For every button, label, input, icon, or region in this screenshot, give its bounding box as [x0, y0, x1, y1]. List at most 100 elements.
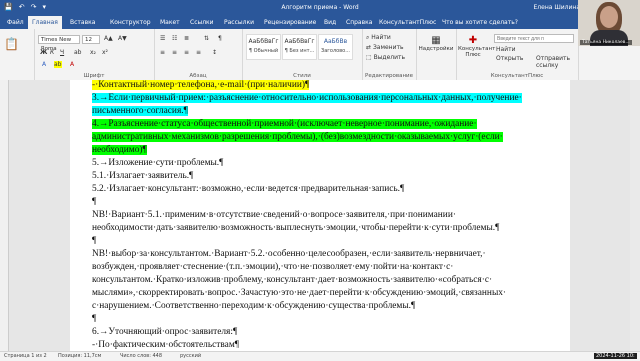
- paragraph-line[interactable]: 5.→Изложение·сути·проблемы.¶: [92, 158, 223, 169]
- justify-icon[interactable]: ≡: [196, 49, 201, 56]
- align-left-icon[interactable]: ≡: [160, 49, 165, 56]
- paragraph-line[interactable]: с·нарушением.·Соответственно·переходим·к…: [92, 301, 415, 312]
- document-page[interactable]: -·Контактный·номер·телефона,·e-mail·(при…: [70, 80, 570, 351]
- font-size-select[interactable]: 12: [82, 35, 100, 44]
- tab-insert[interactable]: Вставка: [66, 18, 99, 27]
- paragraph-line[interactable]: административных·механизмов·разрешения·п…: [92, 132, 503, 143]
- status-page[interactable]: Страница 1 из 2: [4, 353, 47, 359]
- paragraph-line[interactable]: -·По·фактическим·обстоятельствам¶: [92, 340, 239, 351]
- style-name: ¶ Без инт...: [284, 48, 315, 54]
- status-words[interactable]: Число слов: 448: [120, 353, 162, 359]
- person-face: [600, 6, 618, 28]
- taskbar-time: 2024-11-26 10:: [594, 353, 637, 359]
- sort-icon[interactable]: ⇅: [204, 35, 209, 42]
- paragraph-line[interactable]: необходимо)¶: [92, 145, 147, 156]
- paragraph-line[interactable]: необходимости·дать·заявителю·возможность…: [92, 223, 499, 234]
- tab-view[interactable]: Вид: [320, 18, 340, 27]
- line-text: 5.1.·Излагает·заявитель.¶: [92, 171, 194, 181]
- find-button[interactable]: ⌕ Найти: [366, 34, 391, 42]
- font-color-icon[interactable]: A: [70, 61, 74, 68]
- replace-icon: ⇄: [366, 44, 373, 51]
- style-heading[interactable]: АаБбВв Заголово...: [318, 34, 353, 60]
- style-no-spacing[interactable]: АаБбВвГг ¶ Без инт...: [282, 34, 317, 60]
- ribbon-tabs: Файл Главная Вставка Конструктор Макет С…: [0, 16, 640, 31]
- paragraph-line[interactable]: 3.→Если·первичный·прием:·разъяснение·отн…: [92, 93, 522, 104]
- consultant-button[interactable]: ✚ Консультант Плюс: [458, 35, 495, 58]
- underline-icon[interactable]: Ч: [60, 49, 64, 56]
- tab-help[interactable]: Справка: [342, 18, 376, 27]
- shrink-font-icon[interactable]: A▼: [118, 35, 127, 42]
- status-position: Позиция: 11,7см: [58, 353, 102, 359]
- line-text: NB!·Вариант·5.1.·применим·в·отсутствие·с…: [92, 210, 456, 220]
- paragraph-line[interactable]: NB!·Вариант·5.1.·применим·в·отсутствие·с…: [92, 210, 456, 221]
- replace-label: Заменить: [372, 44, 404, 51]
- paragraph-group: ☰ ☷ ≣ ⇅ ¶ ≡ ≡ ≡ ≡ ↕ Абзац: [154, 29, 243, 80]
- tab-file[interactable]: Файл: [3, 18, 28, 27]
- tab-mailings[interactable]: Рассылки: [220, 18, 258, 27]
- tab-references[interactable]: Ссылки: [186, 18, 218, 27]
- tab-review[interactable]: Рецензирование: [260, 18, 320, 27]
- consultant-search-input[interactable]: [494, 34, 574, 43]
- numbering-icon[interactable]: ☷: [172, 35, 177, 42]
- send-link-button[interactable]: Отправить ссылку: [536, 55, 578, 69]
- paragraph-line[interactable]: 5.2.·Излагает·консультант:·возможно,·есл…: [92, 184, 404, 195]
- text-effects-icon[interactable]: A: [42, 61, 46, 68]
- line-text: возбужден,·проявляет·стеснение·(т.п.·эмо…: [92, 262, 454, 272]
- highlight-icon[interactable]: ab: [54, 61, 62, 68]
- bullets-icon[interactable]: ☰: [160, 35, 165, 42]
- paragraph-line[interactable]: ¶: [92, 314, 96, 325]
- line-text: с·нарушением.·Соответственно·переходим·к…: [92, 301, 416, 311]
- paragraph-line[interactable]: ¶: [92, 236, 96, 247]
- select-icon: ⬚: [366, 54, 374, 61]
- tab-consultant[interactable]: КонсультантПлюс: [375, 18, 440, 27]
- font-name-select[interactable]: Times New Roma: [38, 35, 80, 52]
- tab-design[interactable]: Конструктор: [106, 18, 155, 27]
- paragraph-line[interactable]: 4.→Разъяснение·статуса·общественной·прие…: [92, 119, 477, 130]
- consultant-find-button[interactable]: Найти: [496, 46, 515, 53]
- line-text: 3.→Если·первичный·прием:·разъяснение·отн…: [92, 93, 522, 103]
- vertical-scrollbar[interactable]: [630, 80, 640, 351]
- line-text: 6.→Уточняющий·опрос·заявителя:¶: [92, 327, 238, 337]
- multilevel-list-icon[interactable]: ≣: [184, 35, 189, 42]
- document-area: -·Контактный·номер·телефона,·e-mail·(при…: [0, 80, 640, 351]
- replace-button[interactable]: ⇄ Заменить: [366, 44, 404, 51]
- grow-font-icon[interactable]: A▲: [104, 35, 113, 42]
- show-marks-icon[interactable]: ¶: [218, 35, 222, 42]
- paragraph-line[interactable]: -·Контактный·номер·телефона,·e-mail·(при…: [92, 80, 310, 91]
- paragraph-line[interactable]: 6.→Уточняющий·опрос·заявителя:¶: [92, 327, 237, 338]
- paragraph-line[interactable]: возбужден,·проявляет·стеснение·(т.п.·эмо…: [92, 262, 453, 273]
- addins-label: Надстройки: [418, 46, 454, 52]
- line-text: 5.2.·Излагает·консультант:·возможно,·есл…: [92, 184, 405, 194]
- align-center-icon[interactable]: ≡: [172, 49, 177, 56]
- paragraph-line[interactable]: 5.1.·Излагает·заявитель.¶: [92, 171, 193, 182]
- user-name[interactable]: Елена Шилина: [534, 4, 580, 11]
- status-language[interactable]: русский: [180, 353, 201, 359]
- consultant-icon: ✚: [468, 35, 478, 46]
- paragraph-line[interactable]: ¶: [92, 197, 96, 208]
- consultant-open-button[interactable]: Открыть: [496, 55, 523, 62]
- strikethrough-icon[interactable]: ab: [74, 49, 82, 56]
- italic-icon[interactable]: К: [50, 49, 54, 56]
- addins-button[interactable]: ▦ Надстройки: [418, 35, 454, 52]
- line-spacing-icon[interactable]: ↕: [212, 49, 217, 56]
- subscript-icon[interactable]: x₂: [90, 49, 96, 56]
- tab-layout[interactable]: Макет: [156, 18, 184, 27]
- ribbon: 📋 Times New Roma 12 A▲ A▼ Ж К Ч ab x₂ x²…: [0, 29, 640, 81]
- paste-icon[interactable]: 📋: [4, 37, 19, 51]
- addins-group: ▦ Надстройки: [416, 29, 457, 80]
- paragraph-line[interactable]: консультантом.·Кратко·изложив·проблему,·…: [92, 275, 492, 286]
- paragraph-line[interactable]: мыслями»,·скорректировать·вопрос.·Зачаст…: [92, 288, 506, 299]
- style-name: ¶ Обычный: [248, 48, 279, 54]
- style-name: Заголово...: [321, 48, 350, 54]
- styles-group-label: Стили: [293, 73, 311, 79]
- align-right-icon[interactable]: ≡: [184, 49, 189, 56]
- style-normal[interactable]: АаБбВвГг ¶ Обычный: [246, 34, 281, 60]
- paragraph-line[interactable]: NB!·выбор·за·консультантом.·Вариант·5.2.…: [92, 249, 486, 260]
- superscript-icon[interactable]: x²: [102, 49, 108, 56]
- line-text: консультантом.·Кратко·изложив·проблему,·…: [92, 275, 493, 285]
- font-group: Times New Roma 12 A▲ A▼ Ж К Ч ab x₂ x² A…: [34, 29, 155, 80]
- tell-me-search[interactable]: Что вы хотите сделать?: [438, 18, 522, 27]
- paragraph-line[interactable]: письменного·согласия.¶: [92, 106, 188, 117]
- bold-icon[interactable]: Ж: [40, 49, 47, 56]
- select-button[interactable]: ⬚ Выделить: [366, 54, 405, 61]
